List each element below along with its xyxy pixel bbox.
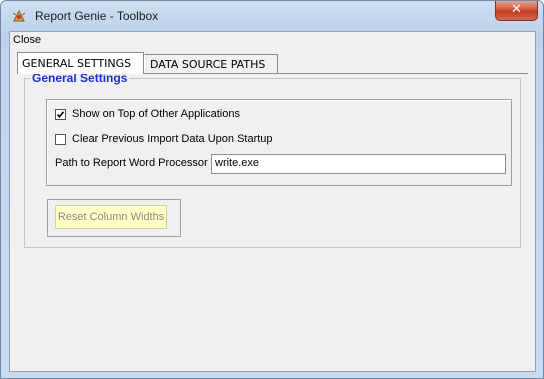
show-on-top-label: Show on Top of Other Applications	[72, 108, 240, 120]
title-bar[interactable]: Report Genie - Toolbox ✕	[1, 1, 543, 31]
menu-bar: Close	[10, 32, 535, 50]
word-processor-path-input[interactable]: write.exe	[211, 154, 506, 174]
reset-column-widths-button[interactable]: Reset Column Widths	[55, 205, 167, 229]
window-title: Report Genie - Toolbox	[35, 9, 159, 23]
tab-data-source-paths-label: DATA SOURCE PATHS	[150, 58, 266, 71]
path-label: Path to Report Word Processor	[55, 157, 208, 169]
tab-general-settings-label: GENERAL SETTINGS	[22, 57, 132, 70]
close-icon: ✕	[511, 2, 522, 17]
clear-previous-checkbox[interactable]	[55, 134, 66, 145]
tab-data-source-paths[interactable]: DATA SOURCE PATHS	[144, 54, 278, 74]
window-close-button[interactable]: ✕	[495, 1, 538, 21]
show-on-top-checkbox[interactable]	[55, 109, 66, 120]
menu-close[interactable]: Close	[13, 34, 41, 46]
client-area: Close GENERAL SETTINGS DATA SOURCE PATHS…	[9, 31, 536, 372]
report-genie-app-icon	[12, 9, 26, 22]
checkmark-icon	[56, 111, 65, 119]
tab-general-settings[interactable]: GENERAL SETTINGS	[17, 52, 144, 74]
clear-previous-label: Clear Previous Import Data Upon Startup	[72, 133, 273, 145]
toolbox-window: Report Genie - Toolbox ✕ Close GENERAL S…	[0, 0, 544, 379]
